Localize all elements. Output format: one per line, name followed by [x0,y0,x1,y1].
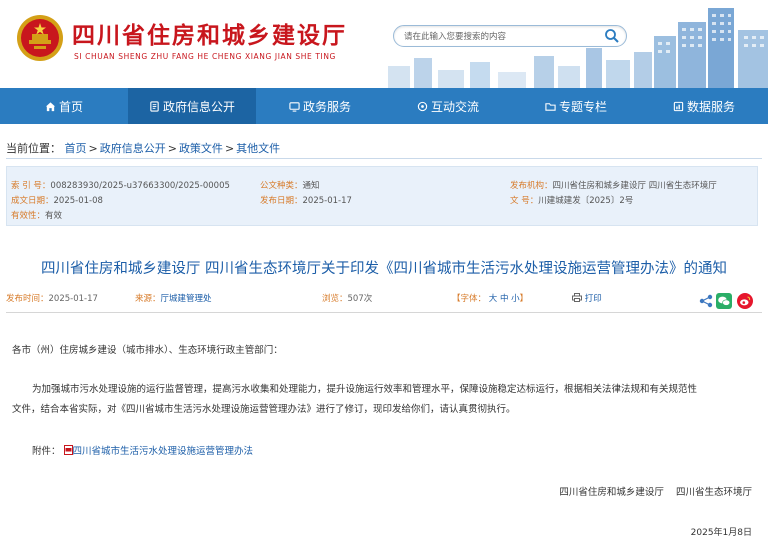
document-salutation: 各市（州）住房城乡建设（城市排水）、生态环境行政主管部门： [12,345,283,356]
document-signature: 四川省住房和城乡建设厅 四川省生态环境厅 [559,487,752,498]
breadcrumb-link-gov-info[interactable]: 政府信息公开 [100,142,166,155]
wechat-icon[interactable] [716,293,732,309]
breadcrumb-prefix: 当前位置： [6,142,61,155]
document-paragraph-line-1: 为加强城市污水处理设施的运行监督管理，提高污水收集和处理能力，提升设施运行效率和… [32,384,698,395]
search-input[interactable] [404,29,594,45]
meta-issuer: 发布机构：四川省住房和城乡建设厅 四川省生态环境厅 [510,181,717,191]
nav-item-label: 政府信息公开 [162,99,235,114]
document-paragraph-line-2: 文件，结合本省实际，对《四川省城市生活污水处理设施运营管理办法》进行了修订，现印… [12,404,516,415]
nav-item-home[interactable]: 首页 [0,88,128,124]
document-icon [150,100,159,112]
font-size-controls: 【字体： 大 中 小】 [452,294,529,304]
breadcrumb-link-policy[interactable]: 政策文件 [179,142,223,155]
breadcrumb: 当前位置： 首页 > 政府信息公开 > 政策文件 > 其他文件 [6,140,280,156]
breadcrumb-link-other[interactable]: 其他文件 [236,142,280,155]
attachment-link[interactable]: 四川省城市生活污水处理设施运营管理办法 [73,446,254,457]
folder-icon [545,102,556,111]
weibo-icon[interactable] [737,293,753,309]
site-title: 四川省住房和城乡建设厅 [72,22,347,49]
document-metadata-box: 索 引 号：008283930/2025-u37663300/2025-0000… [6,166,758,226]
nav-item-label: 政务服务 [302,99,351,114]
national-emblem-icon [17,15,63,61]
monitor-icon [289,101,300,112]
nav-item-data[interactable]: 数据服务 [640,88,768,124]
breadcrumb-separator: > [224,142,235,155]
attachment-label: 附件： [32,446,61,457]
home-icon [45,101,56,111]
share-icon[interactable] [698,293,714,309]
document-title: 四川省住房和城乡建设厅 四川省生态环境厅关于印发《四川省城市生活污水处理设施运营… [40,261,728,277]
view-count: 浏览：507次 [322,294,373,304]
pdf-file-icon [63,445,73,455]
breadcrumb-separator: > [88,142,98,155]
print-icon [572,293,582,302]
nav-item-topics[interactable]: 专题专栏 [512,88,640,124]
meta-validity: 有效性：有效 [11,211,63,221]
nav-item-services[interactable]: 政务服务 [256,88,384,124]
chat-icon [417,101,428,111]
meta-created-date: 成文日期：2025-01-08 [11,196,103,206]
data-icon [673,101,684,111]
nav-item-interaction[interactable]: 互动交流 [384,88,512,124]
meta-category: 公文种类：通知 [260,181,320,191]
search-icon[interactable] [604,28,620,44]
site-header: 四川省住房和城乡建设厅 SI CHUAN SHENG ZHU FANG HE C… [0,0,768,88]
article-source: 来源：厅城建管理处 [135,294,212,304]
nav-item-label: 互动交流 [430,99,479,114]
breadcrumb-divider [6,158,762,159]
info-bar-divider [6,312,762,313]
attachment-row: 附件： 四川省城市生活污水处理设施运营管理办法 [32,442,253,462]
breadcrumb-separator: > [167,142,177,155]
meta-index: 索 引 号：008283930/2025-u37663300/2025-0000… [11,181,230,191]
font-size-medium[interactable]: 中 [500,294,509,304]
document-date: 2025年1月8日 [690,528,752,538]
site-subtitle: SI CHUAN SHENG ZHU FANG HE CHENG XIANG J… [74,52,336,61]
nav-item-label: 数据服务 [686,99,735,114]
nav-item-gov-info[interactable]: 政府信息公开 [128,88,256,124]
nav-item-label: 专题专栏 [558,99,607,114]
publish-time: 发布时间：2025-01-17 [6,294,98,304]
search-box [393,25,627,47]
nav-item-label: 首页 [58,99,83,114]
meta-published-date: 发布日期：2025-01-17 [260,196,352,206]
main-nav: 首页 政府信息公开 政务服务 互动交流 专题专栏 数据服务 [0,88,768,124]
font-size-large[interactable]: 大 [489,294,498,304]
print-button[interactable]: 打印 [572,292,602,304]
breadcrumb-link-home[interactable]: 首页 [65,142,87,155]
meta-document-number: 文 号：川建城建发〔2025〕2号 [510,196,634,206]
font-size-small[interactable]: 小 [511,294,520,304]
